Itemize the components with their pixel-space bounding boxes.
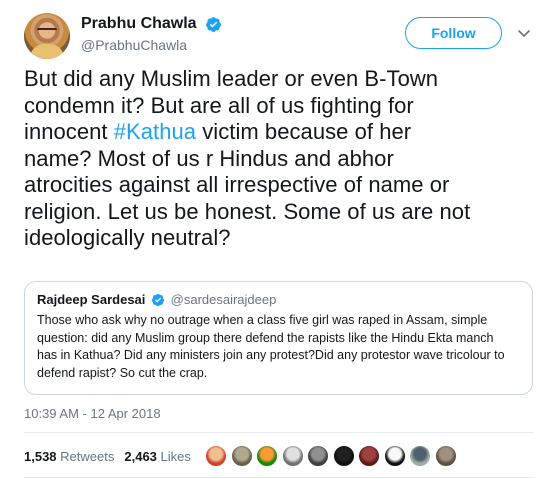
tweet-line-with-hashtag: innocent #Kathua victim because of her	[24, 119, 534, 146]
retweets-count: 1,538	[24, 449, 57, 464]
liker-avatar-1[interactable]	[205, 445, 227, 467]
avatar-shirt	[30, 44, 64, 59]
liker-avatar-4[interactable]	[281, 445, 304, 467]
tweet-header: Prabhu Chawla @PrabhuChawla Follow	[24, 11, 534, 59]
tweet-line-suffix: victim because of her	[196, 119, 412, 144]
quoted-body: Those who ask why no outrage when a clas…	[37, 312, 520, 382]
likes-stat[interactable]: 2,463 Likes	[124, 449, 191, 464]
avatar-glasses	[37, 28, 57, 33]
quoted-header: Rajdeep Sardesai @sardesairajdeep	[37, 292, 520, 307]
quoted-line: Those who ask why no outrage when a clas…	[37, 313, 488, 327]
tweet-line: ideologically neutral?	[24, 225, 231, 250]
chevron-down-icon[interactable]	[516, 25, 532, 41]
tweet-line: name? Most of us r Hindus and abhor	[24, 145, 394, 171]
divider	[24, 477, 534, 478]
quoted-line: defend rapist? So cut the crap.	[37, 365, 208, 380]
hashtag-link[interactable]: #Kathua	[114, 119, 196, 144]
follow-button[interactable]: Follow	[405, 17, 502, 49]
author-name-block: Prabhu Chawla @PrabhuChawla	[81, 15, 222, 53]
verified-badge-icon	[151, 293, 165, 307]
likes-label: Likes	[160, 449, 191, 464]
tweet-text: But did any Muslim leader or even B-Town…	[24, 66, 534, 252]
tweet-line: religion. Let us be honest. Some of us a…	[24, 198, 471, 224]
liker-avatar-7[interactable]	[358, 445, 380, 467]
quoted-line: question: did any Muslim group there def…	[37, 330, 494, 345]
liker-avatar-2[interactable]	[230, 445, 253, 467]
author-handle[interactable]: @PrabhuChawla	[81, 37, 222, 53]
quoted-author-name: Rajdeep Sardesai	[37, 292, 146, 307]
likes-count: 2,463	[124, 449, 157, 464]
tweet-line-prefix: innocent	[24, 119, 114, 144]
liker-avatar-10[interactable]	[434, 445, 457, 467]
liker-avatar-9[interactable]	[409, 445, 431, 467]
author-avatar[interactable]	[24, 13, 70, 59]
liker-avatar-8[interactable]	[383, 445, 406, 467]
tweet-line: condemn it? But are all of us fighting f…	[24, 92, 414, 118]
author-name[interactable]: Prabhu Chawla	[81, 15, 197, 33]
verified-badge-icon	[206, 16, 221, 32]
divider	[24, 432, 534, 433]
quoted-author-handle: @sardesairajdeep	[170, 292, 277, 307]
quoted-line: has in Kathua? Did any ministers join an…	[37, 348, 505, 363]
tweet-timestamp[interactable]: 10:39 AM - 12 Apr 2018	[24, 406, 161, 421]
quoted-tweet[interactable]: Rajdeep Sardesai @sardesairajdeep Those …	[24, 281, 533, 395]
liker-avatar-3[interactable]	[256, 445, 278, 467]
liker-avatar-5[interactable]	[307, 445, 329, 467]
retweets-stat[interactable]: 1,538 Retweets	[24, 449, 114, 464]
tweet-line: But did any Muslim leader or even B-Town	[24, 66, 439, 91]
liker-avatar-6[interactable]	[332, 445, 355, 467]
tweet-line: atrocities against all irrespective of n…	[24, 172, 450, 197]
retweets-label: Retweets	[60, 449, 115, 464]
tweet-stats: 1,538 Retweets 2,463 Likes	[24, 449, 201, 464]
